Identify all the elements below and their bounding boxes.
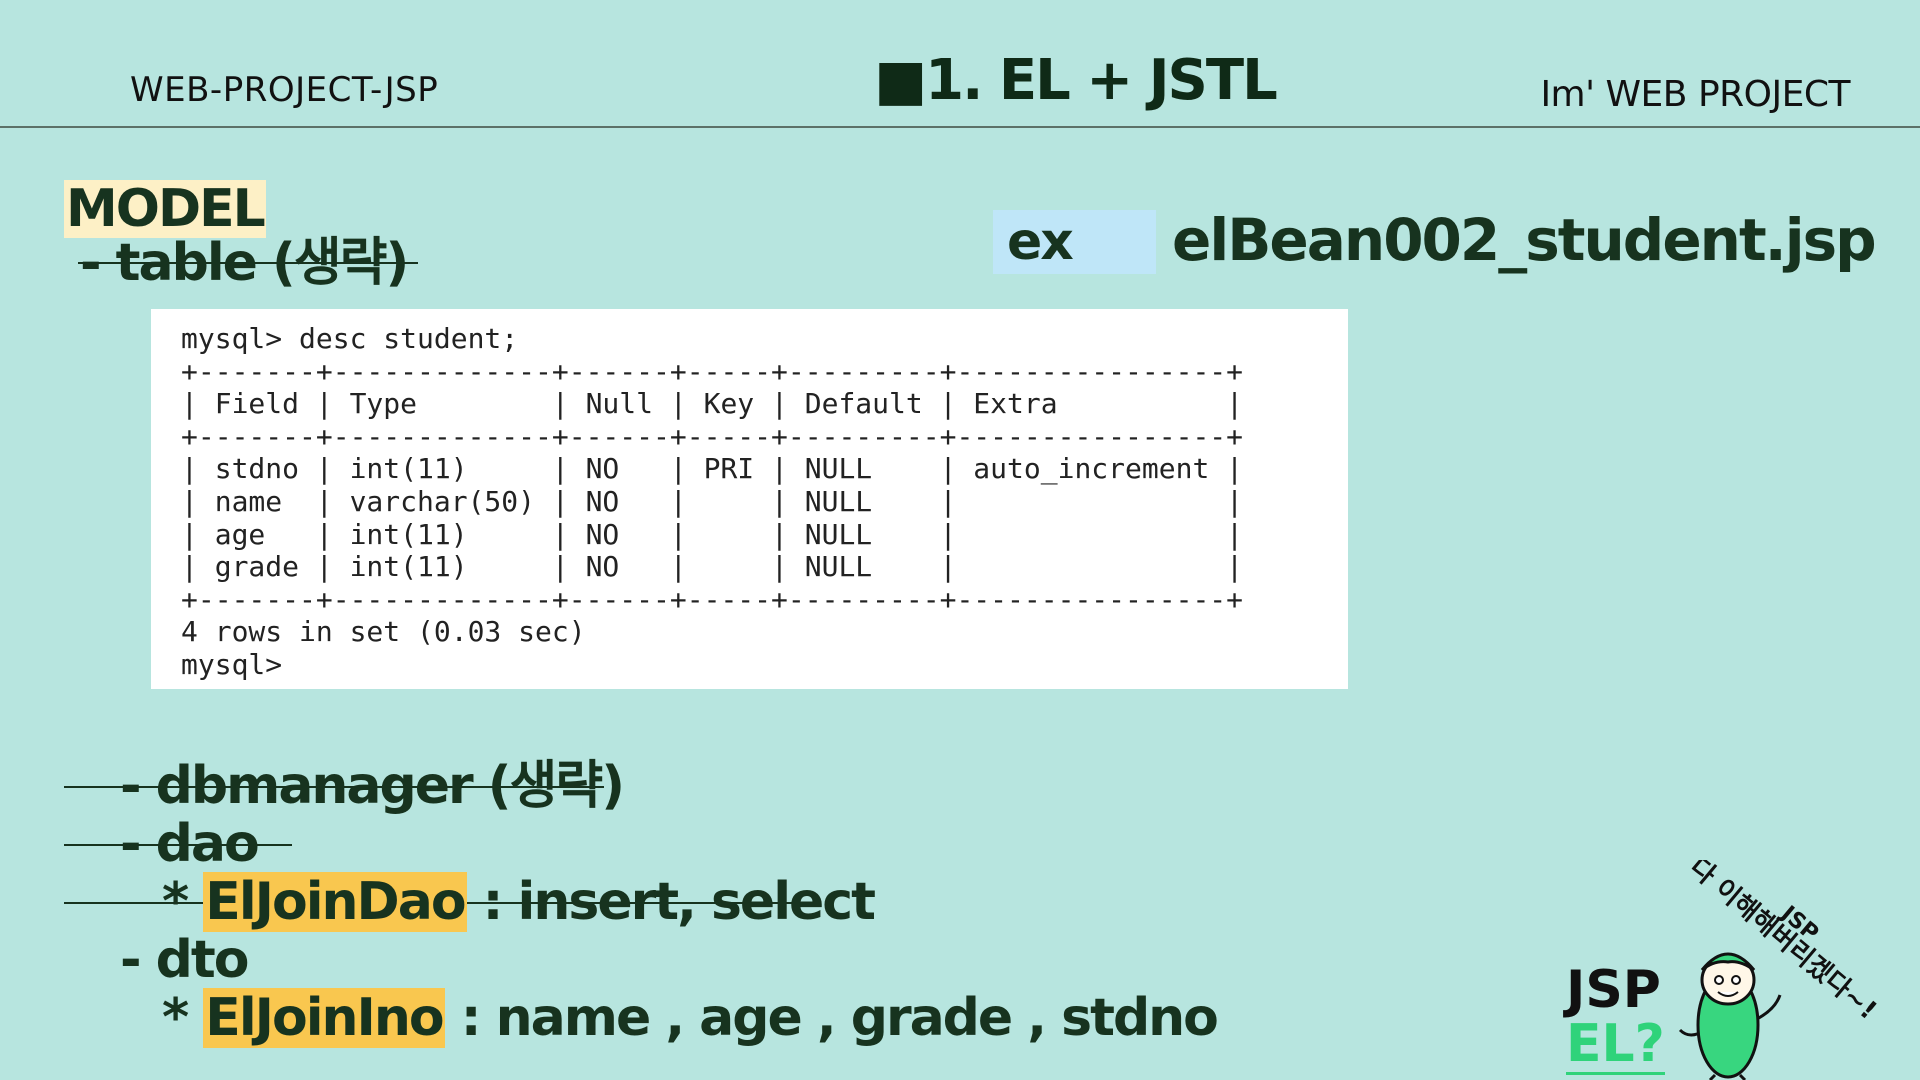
header-divider bbox=[0, 126, 1920, 128]
dao-line: - dao bbox=[120, 814, 260, 874]
example-filename: elBean002_student.jsp bbox=[1172, 206, 1877, 274]
eljoinino-fields: : name , age , grade , stdno bbox=[444, 988, 1219, 1048]
table-row: | age | int(11) | NO | | NULL | | bbox=[181, 517, 1244, 551]
table-row: | stdno | int(11) | NO | PRI | NULL | au… bbox=[181, 452, 1244, 486]
eljoinino-line: * ElJoinIno : name , age , grade , stdno bbox=[162, 988, 1219, 1048]
bullet-star: * bbox=[162, 872, 204, 932]
terminal-command: mysql> desc student; bbox=[181, 322, 519, 355]
eljoinino-highlight: ElJoinIno bbox=[203, 988, 445, 1048]
table-omitted-line: - table (생략) bbox=[80, 233, 409, 293]
terminal-output: mysql> desc student; +-------+----------… bbox=[181, 322, 1244, 682]
bullet-star: * bbox=[162, 988, 204, 1048]
eljoindao-line: * ElJoinDao : insert, select bbox=[162, 872, 876, 932]
dto-line: - dto bbox=[120, 930, 249, 990]
mascot-jsp-text: JSP bbox=[1566, 960, 1661, 1020]
table-row: | grade | int(11) | NO | | NULL | | bbox=[181, 550, 1244, 584]
terminal-summary: 4 rows in set (0.03 sec) bbox=[181, 615, 586, 649]
table-border-bottom: +-------+-------------+------+-----+----… bbox=[181, 582, 1244, 616]
speech-text-group: JSP 다 이해해버리겠다~! bbox=[1684, 860, 1883, 1026]
mascot-el-text: EL? bbox=[1566, 1014, 1665, 1075]
table-border-mid: +-------+-------------+------+-----+----… bbox=[181, 419, 1244, 453]
ex-label: ex bbox=[1007, 212, 1074, 272]
eljoindao-highlight: ElJoinDao bbox=[203, 872, 467, 932]
table-row: | name | varchar(50) | NO | | NULL | | bbox=[181, 484, 1244, 518]
dbmanager-line: - dbmanager (생략) bbox=[120, 756, 625, 816]
eljoindao-methods: : insert, select bbox=[466, 872, 876, 932]
table-border-top: +-------+-------------+------+-----+----… bbox=[181, 354, 1244, 388]
terminal-prompt: mysql> bbox=[181, 647, 283, 681]
header-right-label: Im' WEB PROJECT bbox=[1540, 74, 1850, 115]
table-header-row: | Field | Type | Null | Key | Default | … bbox=[181, 387, 1244, 421]
speech-text: 다 이해해버리겠다~! bbox=[1684, 860, 1883, 1026]
model-heading: MODEL bbox=[64, 179, 266, 239]
mysql-terminal-screenshot: mysql> desc student; +-------+----------… bbox=[151, 309, 1348, 689]
